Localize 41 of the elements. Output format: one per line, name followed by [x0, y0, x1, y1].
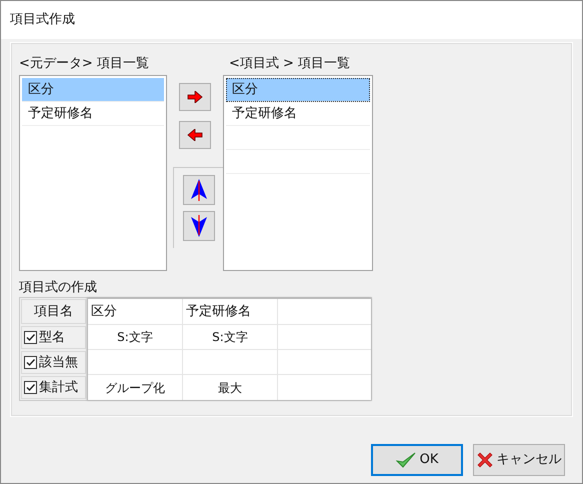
table-cell-text: S:文字: [212, 329, 248, 346]
check-icon: [25, 382, 36, 393]
arrowhead-down-icon: [190, 215, 206, 237]
list-item[interactable]: 区分: [226, 78, 370, 102]
list-item[interactable]: 予定研修名: [22, 102, 164, 126]
table-cell-text: グループ化: [105, 380, 165, 396]
arrowhead-up-icon: [190, 179, 206, 201]
check-icon: [396, 451, 416, 469]
cancel-button[interactable]: キャンセル: [473, 444, 565, 476]
list-label: <項目式 > 項目一覧: [228, 55, 352, 73]
column-header: 予定研修名: [183, 299, 278, 324]
list-box[interactable]: 区分 予定研修名: [19, 75, 167, 271]
table-cell-text: S:文字: [117, 329, 153, 346]
window-title: 項目式作成: [10, 11, 75, 30]
table-cell-text: 最大: [218, 380, 242, 396]
row-label: 該当無: [39, 354, 78, 372]
move-down-button[interactable]: [182, 211, 214, 241]
row-label: 型名: [39, 328, 65, 347]
move-up-button[interactable]: [182, 175, 214, 205]
row-header-cell[interactable]: 型名: [21, 326, 86, 349]
list-item[interactable]: 予定研修名: [226, 102, 370, 126]
check-icon: [25, 332, 36, 343]
row-header-cell[interactable]: 集計式: [21, 376, 86, 399]
checkbox[interactable]: [24, 381, 37, 394]
close-icon: [476, 452, 492, 468]
arrow-left-icon: [186, 129, 204, 141]
checkbox[interactable]: [24, 331, 37, 344]
check-icon: [25, 357, 36, 368]
row-label: 集計式: [39, 378, 78, 397]
header-cell: 項目名: [21, 299, 86, 324]
row-header-cell[interactable]: 該当無: [21, 351, 86, 374]
checkbox[interactable]: [24, 356, 37, 369]
move-right-button[interactable]: [179, 83, 211, 111]
arrow-right-icon: [186, 91, 204, 103]
list-item[interactable]: 区分: [22, 78, 164, 102]
ok-button[interactable]: OK: [371, 444, 463, 476]
column-header: 区分: [88, 299, 183, 324]
list-label: <元データ> 項目一覧: [19, 55, 150, 73]
section-label: 項目式の作成: [19, 279, 98, 297]
list-box[interactable]: 区分 予定研修名: [223, 75, 373, 271]
move-left-button[interactable]: [179, 121, 211, 149]
